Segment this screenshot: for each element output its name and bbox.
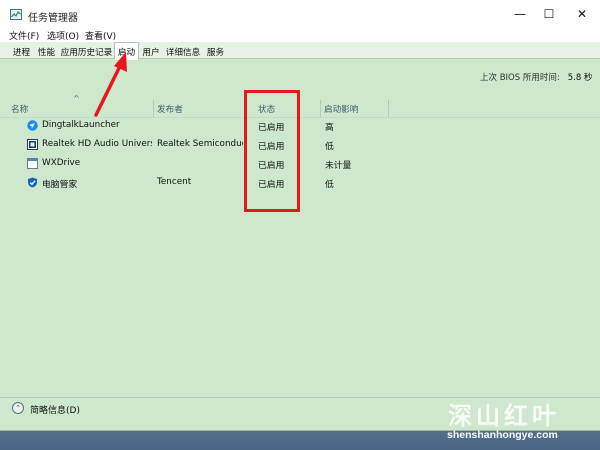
row-name: WXDrive bbox=[42, 158, 81, 168]
sort-ascending-icon: ^ bbox=[73, 94, 80, 103]
window-title: 任务管理器 bbox=[28, 13, 78, 24]
table-row[interactable]: WXDrive 已启用 未计量 bbox=[0, 155, 600, 174]
tab-details[interactable]: 详细信息 bbox=[163, 44, 203, 59]
row-startup-impact: 低 bbox=[325, 142, 334, 152]
menu-file[interactable]: 文件(F) bbox=[9, 29, 39, 42]
row-name: 电脑管家 bbox=[42, 180, 78, 190]
row-startup-impact: 高 bbox=[325, 123, 334, 133]
tab-performance[interactable]: 性能 bbox=[34, 44, 59, 59]
watermark-url: shenshanhongye.com bbox=[447, 429, 558, 441]
dingtalk-icon bbox=[27, 120, 38, 131]
fewer-details-link[interactable]: 简略信息(D) bbox=[30, 403, 80, 416]
annotation-arrow-icon bbox=[94, 52, 127, 117]
task-manager-window: 任务管理器 — ☐ ✕ 文件(F) 选项(O) 查看(V) 进程 性能 应用历史… bbox=[0, 0, 600, 431]
status-column-highlight bbox=[244, 90, 300, 212]
row-name: DingtalkLauncher bbox=[42, 120, 120, 130]
chevron-up-icon[interactable]: ⌃ bbox=[12, 402, 24, 414]
watermark-brand: 深山红叶 bbox=[448, 401, 560, 430]
row-name: Realtek HD Audio Univers... bbox=[42, 139, 152, 149]
column-header-publisher[interactable]: 发布者 bbox=[154, 103, 244, 117]
generic-app-icon bbox=[27, 158, 38, 169]
column-header-startup-impact[interactable]: 启动影响 bbox=[321, 103, 388, 117]
row-publisher: Realtek Semiconductor bbox=[157, 139, 243, 149]
table-row[interactable]: 电脑管家 Tencent 已启用 低 bbox=[0, 174, 600, 193]
task-manager-icon bbox=[10, 9, 22, 20]
row-startup-impact: 未计量 bbox=[325, 161, 352, 171]
bios-time-info: 上次 BIOS 所用时间: 5.8 秒 bbox=[480, 71, 592, 83]
row-publisher: Tencent bbox=[157, 177, 192, 187]
column-divider[interactable] bbox=[388, 100, 389, 117]
tab-services[interactable]: 服务 bbox=[203, 44, 228, 59]
menu-options[interactable]: 选项(O) bbox=[47, 29, 79, 42]
table-row[interactable]: Realtek HD Audio Univers... Realtek Semi… bbox=[0, 136, 600, 155]
bios-time-value: 5.8 秒 bbox=[567, 73, 593, 83]
title-bar[interactable]: 任务管理器 — ☐ ✕ bbox=[0, 0, 600, 28]
tab-processes[interactable]: 进程 bbox=[9, 44, 34, 59]
menu-view[interactable]: 查看(V) bbox=[85, 29, 116, 42]
maximize-button[interactable]: ☐ bbox=[532, 0, 566, 28]
tab-users[interactable]: 用户 bbox=[139, 44, 163, 59]
tencent-pc-manager-icon bbox=[28, 177, 37, 188]
realtek-audio-icon bbox=[27, 139, 38, 150]
row-startup-impact: 低 bbox=[325, 180, 334, 190]
menu-bar: 文件(F) 选项(O) 查看(V) bbox=[0, 28, 600, 42]
bios-time-label: 上次 BIOS 所用时间: bbox=[480, 73, 560, 83]
close-button[interactable]: ✕ bbox=[565, 0, 599, 28]
